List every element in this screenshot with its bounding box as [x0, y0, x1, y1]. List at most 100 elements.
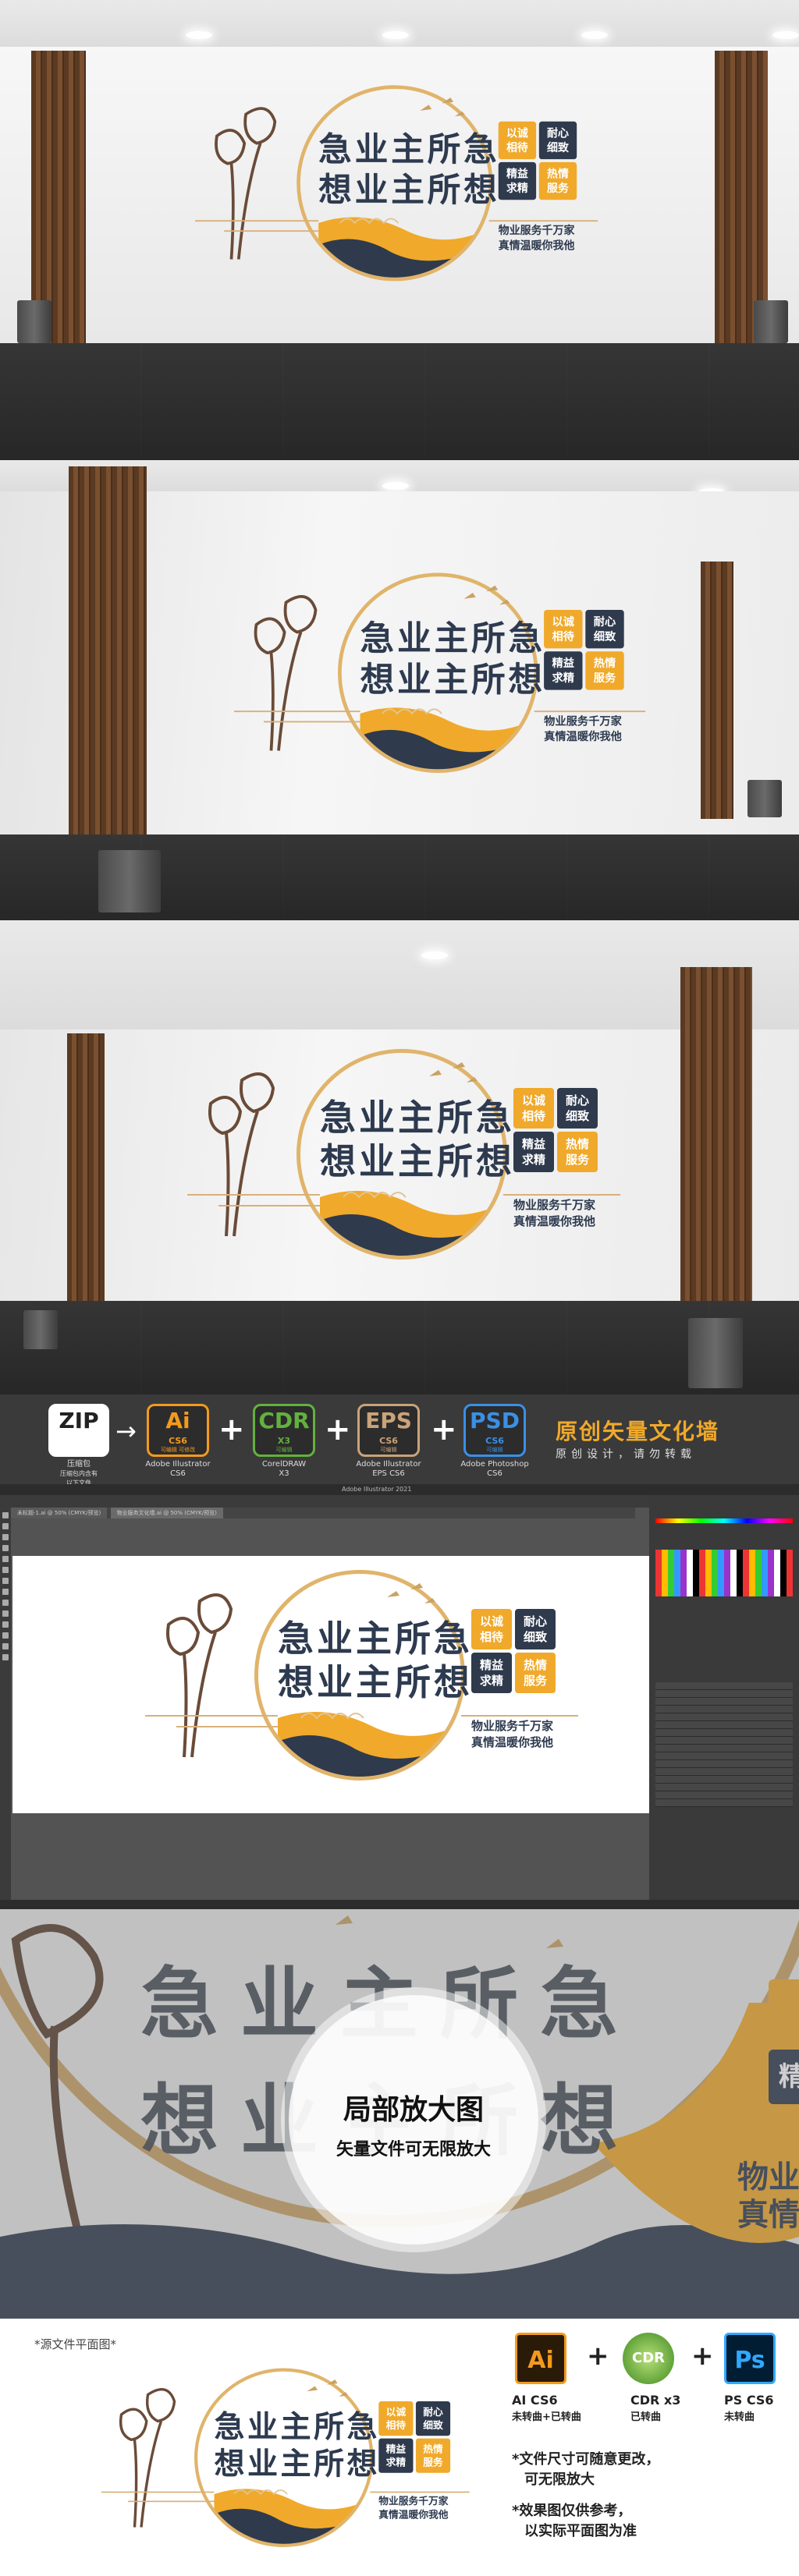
value-tile: 精益 求精	[471, 1653, 512, 1693]
brush-tool-icon[interactable]	[2, 1578, 9, 1584]
zoom-tool-icon[interactable]	[2, 1654, 9, 1660]
layers-panel[interactable]	[655, 1682, 793, 1838]
gold-line	[145, 1715, 278, 1717]
slogan-line2: 真情温暖你我他	[498, 239, 575, 253]
culture-wall-sign: 急业主所急 想业主所想 以诚 相待 耐心 细致 精益 求精 热情 服务 物业服务…	[234, 565, 649, 781]
line-tool-icon[interactable]	[2, 1556, 9, 1562]
plus-icon: +	[691, 2340, 714, 2372]
eyedropper-tool-icon[interactable]	[2, 1632, 9, 1639]
sign-slogan: 物业服务千万家 真情温暖你我他	[544, 714, 622, 745]
format-caption: Adobe Photoshop CS6	[460, 1460, 529, 1478]
zoom-caption-sub: 矢量文件可无限放大	[336, 2140, 491, 2160]
source-note: *源文件平面图*	[34, 2337, 117, 2351]
layer-row[interactable]	[655, 1682, 793, 1690]
window-title: Adobe Illustrator 2021	[342, 1486, 412, 1493]
tools-panel[interactable]	[0, 1508, 11, 1909]
ai-status: 未转曲+已转曲	[512, 2411, 581, 2423]
format-sub: 可编辑	[380, 1447, 397, 1453]
format-code: EPS	[365, 1408, 412, 1433]
format-version: CS6	[485, 1436, 504, 1446]
rotate-tool-icon[interactable]	[2, 1600, 9, 1606]
source-file-section: *源文件平面图* 急业主所急 想业主所想 以诚 相待 耐心 细致 精益 求精 热…	[0, 2319, 799, 2576]
scale-tool-icon[interactable]	[2, 1610, 9, 1617]
gradient-tool-icon[interactable]	[2, 1621, 9, 1628]
format-version: X3	[277, 1436, 291, 1446]
right-panels[interactable]	[649, 1495, 799, 1909]
cdr-status: 已转曲	[630, 2411, 662, 2423]
ai-format-icon: Ai CS6 可编辑 可修改	[147, 1404, 209, 1457]
selection-tool-icon[interactable]	[2, 1512, 9, 1518]
pencil-tool-icon[interactable]	[2, 1589, 9, 1595]
layer-row[interactable]	[655, 1752, 793, 1760]
lotus-icon	[215, 107, 277, 260]
sign-slogan: 物业服务千万家 真情温暖你我他	[513, 1197, 595, 1230]
layer-row[interactable]	[655, 1729, 793, 1737]
sign-slogan: 物业服务千万家 真情温暖你我他	[471, 1718, 553, 1751]
layer-row[interactable]	[655, 1768, 793, 1776]
zip-icon: ZIP	[48, 1404, 109, 1457]
format-caption: Adobe Illustrator CS6	[145, 1460, 211, 1478]
layer-row[interactable]	[655, 1737, 793, 1745]
layer-row[interactable]	[655, 1760, 793, 1768]
gold-line	[224, 230, 319, 232]
plus-icon: +	[218, 1412, 245, 1447]
layer-row[interactable]	[655, 1706, 793, 1713]
ps-status: 未转曲	[724, 2411, 755, 2423]
value-tile: 精益 求精	[378, 2438, 414, 2473]
value-tile: 耐心 细致	[415, 2401, 451, 2436]
gold-line	[461, 1715, 578, 1717]
layer-row[interactable]	[655, 1690, 793, 1698]
zip-caption: 压缩包	[67, 1460, 91, 1469]
type-tool-icon[interactable]	[2, 1545, 9, 1551]
direct-select-tool-icon[interactable]	[2, 1523, 9, 1529]
value-tile: 热情 服务	[585, 651, 624, 690]
lotus-icon	[254, 595, 318, 751]
layer-row[interactable]	[655, 1784, 793, 1791]
illustrator-window: Adobe Illustrator 2021 未标题-1.ai @ 50% (C…	[0, 1484, 799, 1909]
value-tile: 热情 服务	[557, 1132, 598, 1172]
gold-line	[503, 1194, 620, 1196]
layer-row[interactable]	[655, 1713, 793, 1721]
rectangle-tool-icon[interactable]	[2, 1567, 9, 1573]
ps-label: PS CS6	[724, 2393, 774, 2408]
layer-row[interactable]	[655, 1698, 793, 1706]
birds-icon	[420, 97, 465, 117]
gold-line	[195, 220, 319, 222]
ps-icon: Ps	[724, 2333, 776, 2384]
birds-icon	[429, 1062, 478, 1082]
tab-document-1[interactable]: 未标题-1.ai @ 50% (CMYK/预览)	[11, 1508, 108, 1518]
layer-row[interactable]	[655, 1799, 793, 1807]
zoom-detail: 急业主所急 想业主所想 精 物业 真情 局部放大图 矢量文件可无限放大	[0, 1909, 799, 2319]
format-sub: 可编辑 可修改	[160, 1447, 196, 1453]
color-spectrum[interactable]	[655, 1518, 793, 1523]
layer-row[interactable]	[655, 1721, 793, 1729]
psd-format-icon: PSD CS6 可编辑	[463, 1404, 526, 1457]
format-code: Ai	[165, 1408, 190, 1433]
gold-line	[187, 1194, 320, 1196]
lotus-icon	[119, 2388, 176, 2528]
culture-wall-sign: 急业主所急 想业主所想 以诚 相待 耐心 细致 精益 求精 热情 服务 物业服务…	[145, 1562, 582, 1788]
artboard[interactable]: 急业主所急 想业主所想 以诚 相待 耐心 细致 精益 求精 热情 服务 物业服务…	[12, 1556, 649, 1813]
birds-icon	[307, 2379, 349, 2397]
value-tile: 以诚 相待	[378, 2401, 414, 2436]
gold-line	[101, 2491, 215, 2493]
format-version: CS6	[379, 1436, 398, 1446]
culture-wall-sign: 急业主所急 想业主所想 以诚 相待 耐心 细致 精益 求精 热情 服务 物业服务…	[101, 2362, 473, 2554]
value-tile: 以诚 相待	[513, 1088, 554, 1129]
gold-line	[128, 2500, 215, 2503]
gold-line	[370, 2491, 470, 2493]
swatches-panel[interactable]	[655, 1550, 793, 1596]
hand-tool-icon[interactable]	[2, 1643, 9, 1649]
value-tile: 热情 服务	[415, 2438, 451, 2473]
layer-row[interactable]	[655, 1776, 793, 1784]
pen-tool-icon[interactable]	[2, 1534, 9, 1540]
file-format-banner: ZIP 压缩包 压缩包内含有 以下文件 → Ai CS6 可编辑 可修改 Ado…	[0, 1394, 799, 1486]
value-tile: 以诚 相待	[498, 121, 537, 160]
layer-row[interactable]	[655, 1791, 793, 1799]
layer-row[interactable]	[655, 1745, 793, 1752]
gold-line	[218, 1205, 320, 1207]
cdr-icon: CDR	[623, 2333, 674, 2384]
sign-title-line2: 想业主所想	[278, 1661, 473, 1703]
app-title-bar: Adobe Illustrator 2021	[0, 1484, 799, 1495]
tab-document-2[interactable]: 物业服务文化墙.ai @ 50% (CMYK/预览)	[110, 1508, 223, 1518]
